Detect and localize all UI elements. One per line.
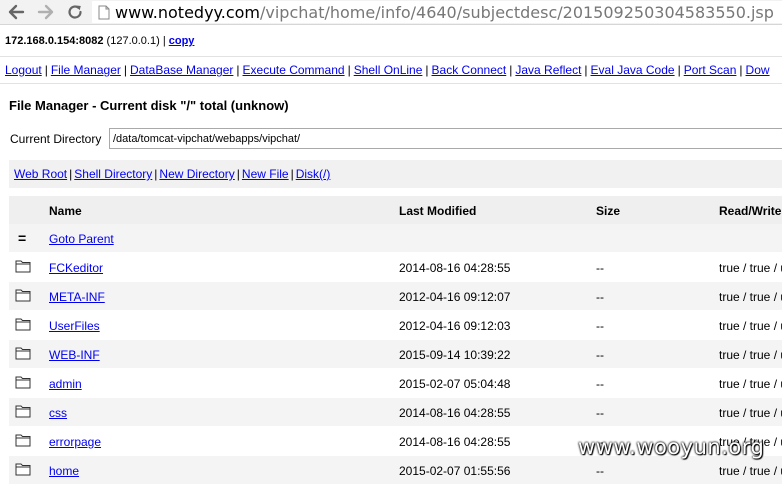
table-row: META-INF 2012-04-16 09:12:07 -- true / true… bbox=[9, 282, 782, 311]
folder-icon bbox=[15, 317, 31, 334]
header-size: Size bbox=[596, 204, 621, 218]
size-cell: -- bbox=[596, 406, 604, 420]
last-modified-cell: 2012-04-16 09:12:03 bbox=[399, 319, 511, 333]
page-title: File Manager - Current disk "/" total (u… bbox=[9, 98, 289, 113]
read-write-cell: true / true / u bbox=[719, 348, 782, 362]
folder-name-link[interactable]: UserFiles bbox=[49, 319, 100, 333]
table-row: css 2014-08-16 04:28:55 -- true / true / u bbox=[9, 398, 782, 427]
size-cell: -- bbox=[596, 319, 604, 333]
table-header: Name Last Modified Size Read/Write bbox=[9, 196, 782, 224]
current-directory-input[interactable] bbox=[109, 128, 782, 149]
link-new-file[interactable]: New File bbox=[242, 167, 289, 181]
menu-database-manager[interactable]: DataBase Manager bbox=[130, 63, 233, 77]
menu-logout[interactable]: Logout bbox=[5, 63, 42, 77]
link-web-root[interactable]: Web Root bbox=[14, 167, 67, 181]
last-modified-cell: 2012-04-16 09:12:07 bbox=[399, 290, 511, 304]
current-directory-label: Current Directory bbox=[10, 132, 102, 146]
table-row-parent: = Goto Parent bbox=[9, 224, 782, 253]
read-write-cell: true / true / u bbox=[719, 290, 782, 304]
last-modified-cell: 2014-08-16 04:28:55 bbox=[399, 406, 511, 420]
link-disk[interactable]: Disk(/) bbox=[296, 167, 331, 181]
server-address: 172.168.0.154:8082 bbox=[5, 35, 104, 47]
reload-button[interactable] bbox=[64, 1, 86, 23]
menu-execute-command[interactable]: Execute Command bbox=[243, 63, 345, 77]
folder-icon bbox=[15, 433, 31, 450]
folder-name-link[interactable]: home bbox=[49, 464, 79, 478]
last-modified-cell: 2015-02-07 01:55:56 bbox=[399, 464, 511, 478]
folder-name-link[interactable]: admin bbox=[49, 377, 82, 391]
size-cell: -- bbox=[596, 464, 604, 478]
folder-icon bbox=[15, 462, 31, 479]
read-write-cell: true / true / u bbox=[719, 464, 782, 478]
menu-file-manager[interactable]: File Manager bbox=[51, 63, 121, 77]
table-row: UserFiles 2012-04-16 09:12:03 -- true / tru… bbox=[9, 311, 782, 340]
read-write-cell: true / true / u bbox=[719, 261, 782, 275]
url-path: /vipchat/home/info/4640/subjectdesc/2015… bbox=[260, 2, 774, 22]
url-text: www.notedyy.com/vipchat/home/info/4640/s… bbox=[115, 3, 774, 22]
copy-link[interactable]: copy bbox=[169, 35, 195, 47]
read-write-cell: true / true / u bbox=[719, 377, 782, 391]
back-button[interactable] bbox=[4, 1, 28, 23]
menu-java-reflect[interactable]: Java Reflect bbox=[515, 63, 581, 77]
last-modified-cell: 2014-08-16 04:28:55 bbox=[399, 435, 511, 449]
table-row: admin 2015-02-07 05:04:48 -- true / true / … bbox=[9, 369, 782, 398]
forward-button[interactable] bbox=[34, 1, 58, 23]
table-row: FCKeditor 2014-08-16 04:28:55 -- true / tru… bbox=[9, 253, 782, 282]
folder-icon bbox=[15, 259, 31, 276]
url-host: www.notedyy.com bbox=[115, 2, 260, 22]
table-row: WEB-INF 2015-09-14 10:39:22 -- true / true … bbox=[9, 340, 782, 369]
host-divider: | bbox=[162, 35, 166, 47]
header-read-write: Read/Write bbox=[719, 204, 782, 218]
size-cell: -- bbox=[596, 348, 604, 362]
host-info: 172.168.0.154:8082 (127.0.0.1) | copy bbox=[5, 35, 194, 47]
folder-icon bbox=[15, 288, 31, 305]
menu-eval-java-code[interactable]: Eval Java Code bbox=[591, 63, 675, 77]
goto-parent-link[interactable]: Goto Parent bbox=[49, 232, 114, 246]
size-cell: -- bbox=[596, 290, 604, 304]
header-name: Name bbox=[49, 204, 82, 218]
browser-toolbar: www.notedyy.com/vipchat/home/info/4640/s… bbox=[0, 0, 782, 25]
folder-icon bbox=[15, 375, 31, 392]
arrow-right-icon bbox=[37, 4, 54, 20]
menu-port-scan[interactable]: Port Scan bbox=[684, 63, 737, 77]
size-cell: -- bbox=[596, 261, 604, 275]
folder-icon bbox=[15, 346, 31, 363]
last-modified-cell: 2015-09-14 10:39:22 bbox=[399, 348, 511, 362]
table-row: home 2015-02-07 01:55:56 -- true / true / u bbox=[9, 456, 782, 485]
link-shell-directory[interactable]: Shell Directory bbox=[74, 167, 152, 181]
size-cell: -- bbox=[596, 377, 604, 391]
last-modified-cell: 2014-08-16 04:28:55 bbox=[399, 261, 511, 275]
read-write-cell: true / true / u bbox=[719, 319, 782, 333]
last-modified-cell: 2015-02-07 05:04:48 bbox=[399, 377, 511, 391]
arrow-left-icon bbox=[8, 4, 25, 20]
local-ip: (127.0.0.1) bbox=[106, 35, 160, 47]
link-new-directory[interactable]: New Directory bbox=[159, 167, 234, 181]
menu-back-connect[interactable]: Back Connect bbox=[432, 63, 507, 77]
folder-icon bbox=[15, 404, 31, 421]
menu-shell-online[interactable]: Shell OnLine bbox=[354, 63, 423, 77]
folder-name-link[interactable]: META-INF bbox=[49, 290, 105, 304]
address-bar[interactable]: www.notedyy.com/vipchat/home/info/4640/s… bbox=[92, 1, 782, 23]
folder-name-link[interactable]: css bbox=[49, 406, 67, 420]
quick-links-bar: Web Root | Shell Directory | New Directory | N… bbox=[9, 160, 782, 188]
header-last-modified: Last Modified bbox=[399, 204, 477, 218]
watermark: www.wooyun.org bbox=[578, 435, 765, 459]
folder-name-link[interactable]: errorpage bbox=[49, 435, 101, 449]
parent-symbol: = bbox=[18, 230, 27, 246]
page-icon bbox=[98, 5, 110, 20]
main-menu: Logout | File Manager | DataBase Manager | Exe… bbox=[0, 56, 782, 84]
read-write-cell: true / true / u bbox=[719, 406, 782, 420]
menu-download[interactable]: Dow bbox=[746, 63, 770, 77]
folder-name-link[interactable]: WEB-INF bbox=[49, 348, 100, 362]
folder-name-link[interactable]: FCKeditor bbox=[49, 261, 103, 275]
reload-icon bbox=[68, 5, 82, 19]
